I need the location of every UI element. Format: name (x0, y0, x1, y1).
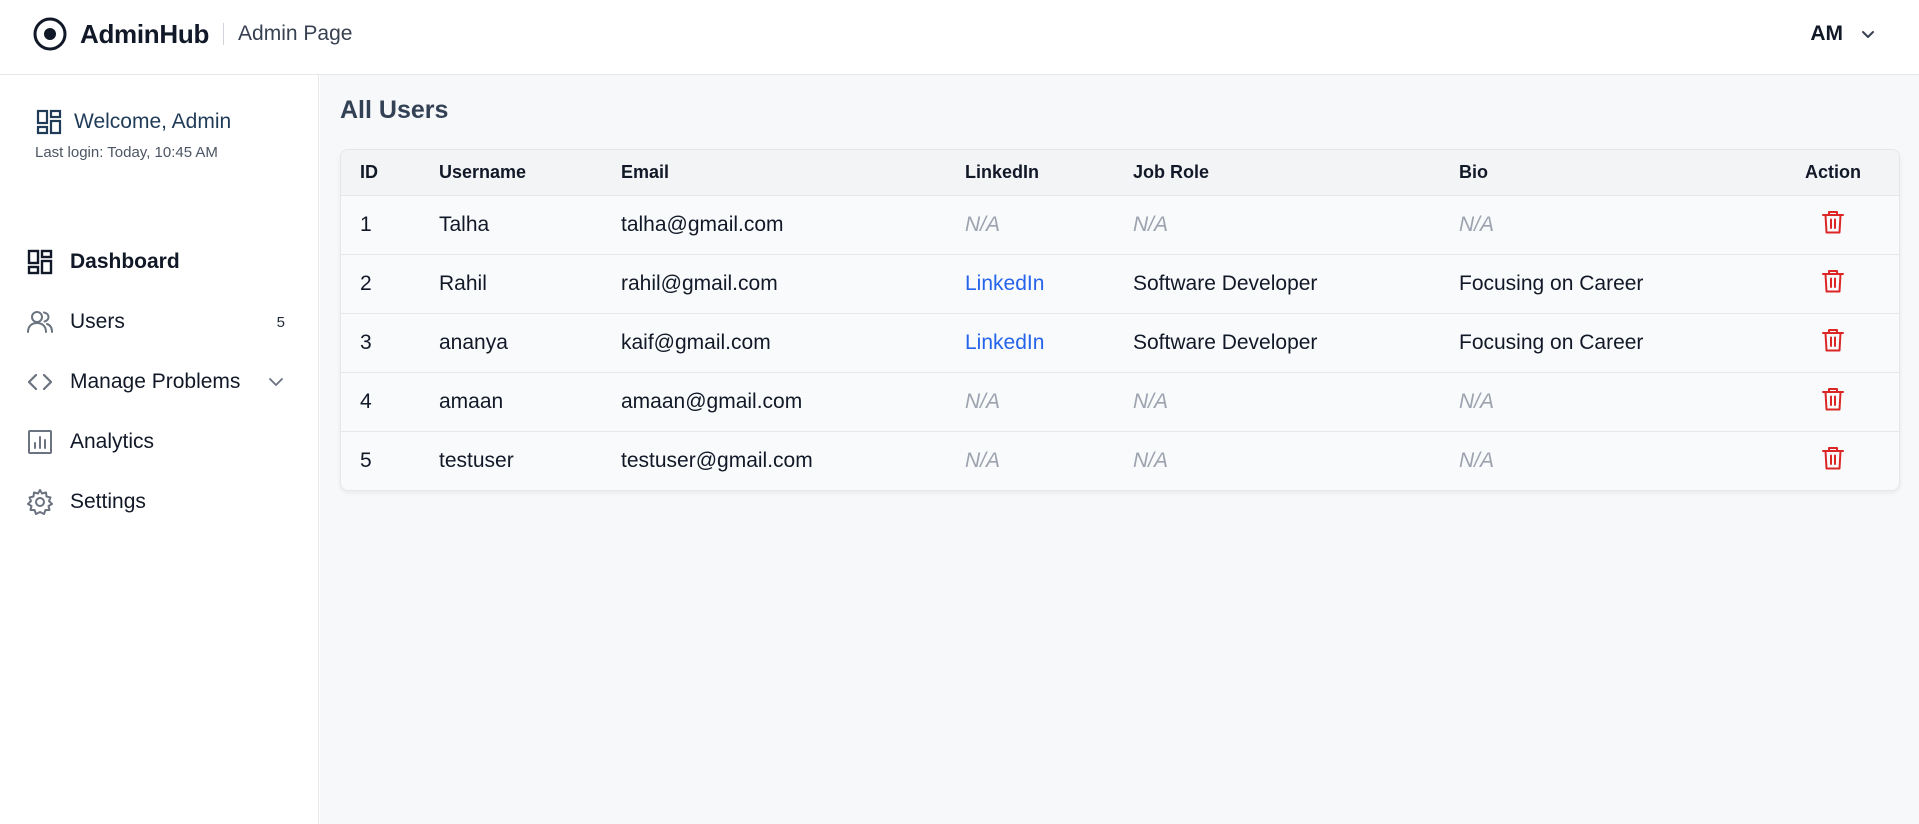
sidebar-item-label: Analytics (70, 430, 155, 453)
cell-email: rahil@gmail.com (621, 271, 778, 295)
delete-user-button[interactable] (1819, 385, 1847, 413)
cell-job-role: N/A (1133, 389, 1169, 413)
cell-username: Rahil (439, 271, 487, 295)
cell-bio: Focusing on Career (1459, 330, 1644, 354)
sidebar-item-label: Users (70, 310, 125, 333)
user-initials: AM (1810, 22, 1843, 45)
chevron-down-icon[interactable] (267, 373, 285, 391)
cell-linkedin: N/A (965, 389, 1001, 413)
cell-email: talha@gmail.com (621, 212, 784, 236)
trash-icon (1822, 447, 1844, 470)
dashboard-icon (36, 109, 62, 135)
cell-id: 4 (360, 389, 372, 413)
table-header-row: ID Username Email LinkedIn Job Role Bio … (341, 150, 1899, 195)
delete-user-button[interactable] (1819, 326, 1847, 354)
column-header-bio[interactable]: Bio (1440, 150, 1765, 195)
brand[interactable]: AdminHub Admin Page (32, 15, 352, 53)
cell-id: 1 (360, 212, 372, 236)
main-content: All Users ID Username Email LinkedIn Job… (320, 75, 1919, 824)
cell-job-role: Software Developer (1133, 330, 1318, 354)
users-count-badge: 5 (276, 313, 285, 331)
sidebar: Welcome, Admin Last login: Today, 10:45 … (0, 75, 319, 824)
column-header-username[interactable]: Username (420, 150, 602, 195)
cell-linkedin: N/A (965, 448, 1001, 472)
cell-username: amaan (439, 389, 504, 413)
cell-email: amaan@gmail.com (621, 389, 803, 413)
cell-action (1765, 313, 1899, 372)
cell-action (1765, 431, 1899, 490)
cell-bio: N/A (1459, 448, 1495, 472)
table-row: 5 testuser testuser@gmail.com N/A N/A N/… (341, 431, 1899, 490)
trash-icon (1822, 388, 1844, 411)
cell-linkedin: LinkedIn (946, 313, 1114, 372)
cell-email: kaif@gmail.com (621, 330, 771, 354)
cell-email: testuser@gmail.com (621, 448, 813, 472)
column-header-action: Action (1805, 161, 1861, 182)
sidebar-item-settings[interactable]: Settings (0, 472, 319, 532)
cell-linkedin: LinkedIn (946, 254, 1114, 313)
cell-linkedin: N/A (965, 212, 1001, 236)
users-icon (26, 308, 54, 336)
sidebar-item-manage-problems[interactable]: Manage Problems (0, 352, 319, 412)
cell-username: ananya (439, 330, 508, 354)
cell-action (1765, 195, 1899, 254)
linkedin-link[interactable]: LinkedIn (965, 272, 1044, 295)
cell-id: 5 (360, 448, 372, 472)
sidebar-item-analytics[interactable]: Analytics (0, 412, 319, 472)
analytics-icon (26, 428, 54, 456)
sidebar-item-label: Settings (70, 490, 146, 513)
users-table-card: ID Username Email LinkedIn Job Role Bio … (340, 149, 1900, 491)
dashboard-icon (26, 248, 54, 276)
welcome-text: Welcome, Admin (74, 110, 232, 133)
sidebar-item-dashboard[interactable]: Dashboard (0, 232, 319, 292)
column-header-linkedin[interactable]: LinkedIn (946, 150, 1114, 195)
cell-job-role: N/A (1133, 448, 1169, 472)
delete-user-button[interactable] (1819, 444, 1847, 472)
sidebar-nav: Dashboard Users 5 Manage Problems Analyt… (0, 232, 319, 532)
users-table: ID Username Email LinkedIn Job Role Bio … (341, 150, 1899, 490)
delete-user-button[interactable] (1819, 208, 1847, 236)
cell-id: 3 (360, 330, 372, 354)
user-menu[interactable]: AM (1810, 18, 1877, 50)
sidebar-item-label: Manage Problems (70, 370, 241, 393)
gear-icon (26, 488, 54, 516)
brand-divider (223, 23, 225, 45)
top-bar: AdminHub Admin Page AM (0, 0, 1919, 75)
cell-action (1765, 372, 1899, 431)
cell-bio: N/A (1459, 212, 1495, 236)
table-row: 2 Rahil rahil@gmail.com LinkedIn Softwar… (341, 254, 1899, 313)
chevron-down-icon (1859, 25, 1877, 43)
cell-bio: N/A (1459, 389, 1495, 413)
page-title: All Users (340, 96, 449, 124)
cell-bio: Focusing on Career (1459, 271, 1644, 295)
table-row: 3 ananya kaif@gmail.com LinkedIn Softwar… (341, 313, 1899, 372)
cell-job-role: Software Developer (1133, 271, 1318, 295)
trash-icon (1822, 211, 1844, 234)
sidebar-item-users[interactable]: Users 5 (0, 292, 319, 352)
cell-username: Talha (439, 212, 490, 236)
column-header-id[interactable]: ID (341, 150, 420, 195)
delete-user-button[interactable] (1819, 267, 1847, 295)
page-name: Admin Page (238, 22, 353, 45)
cell-action (1765, 254, 1899, 313)
column-header-email[interactable]: Email (602, 150, 946, 195)
cell-id: 2 (360, 271, 372, 295)
cell-username: testuser (439, 448, 514, 472)
brand-name: AdminHub (80, 18, 210, 49)
last-login: Last login: Today, 10:45 AM (35, 144, 218, 161)
trash-icon (1822, 329, 1844, 352)
cell-job-role: N/A (1133, 212, 1169, 236)
logo-icon (32, 16, 68, 52)
table-row: 4 amaan amaan@gmail.com N/A N/A N/A (341, 372, 1899, 431)
sidebar-item-label: Dashboard (70, 250, 180, 273)
linkedin-link[interactable]: LinkedIn (965, 331, 1044, 354)
code-icon (26, 368, 54, 396)
welcome-panel: Welcome, Admin Last login: Today, 10:45 … (35, 109, 232, 161)
column-header-job-role[interactable]: Job Role (1114, 150, 1440, 195)
trash-icon (1822, 270, 1844, 293)
table-row: 1 Talha talha@gmail.com N/A N/A N/A (341, 195, 1899, 254)
